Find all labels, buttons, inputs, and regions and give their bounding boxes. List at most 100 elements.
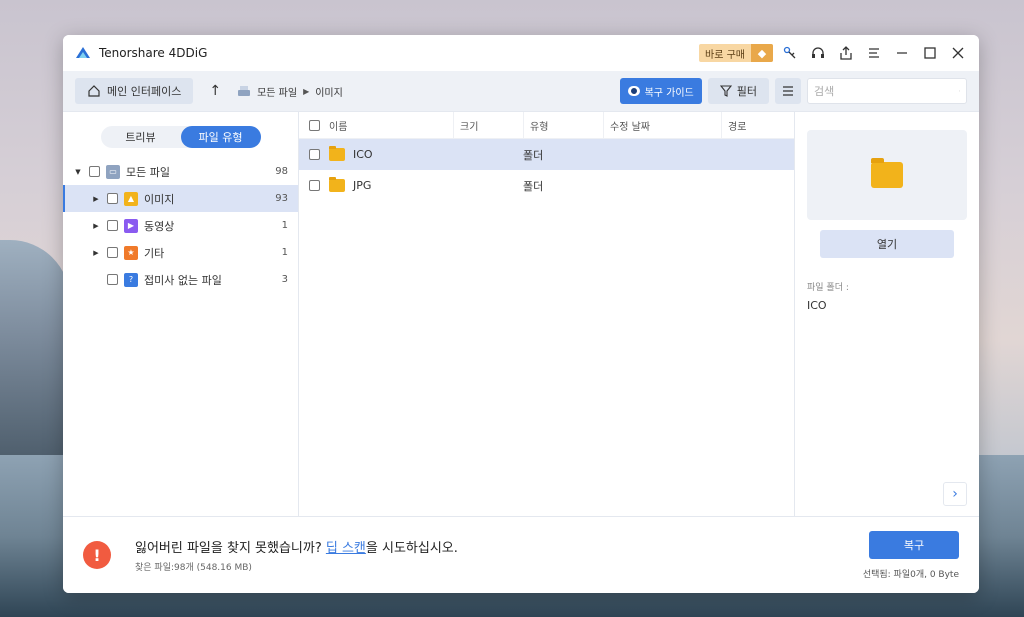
folder-icon: [329, 177, 345, 192]
question-icon: ?: [124, 272, 138, 287]
tree-item-count: 1: [281, 247, 288, 258]
tree-item-images[interactable]: ▶ ▲ 이미지 93: [63, 185, 298, 212]
checkbox[interactable]: [107, 220, 118, 231]
tree-item-label: 모든 파일: [126, 165, 170, 179]
tree-item-count: 1: [281, 220, 288, 231]
recover-button[interactable]: 복구: [869, 530, 959, 559]
app-logo-icon: [76, 47, 90, 58]
found-files-info: 찾은 파일:98개 (548.16 MB): [135, 563, 252, 573]
recovery-guide-button[interactable]: 복구 가이드: [619, 78, 702, 104]
breadcrumb-images[interactable]: 이미지: [315, 84, 343, 99]
drive-icon: [238, 86, 251, 96]
breadcrumb-separator-icon: ▶: [303, 86, 310, 96]
menu-icon[interactable]: [863, 42, 885, 64]
column-name[interactable]: 이름: [329, 118, 453, 133]
expand-caret-icon[interactable]: ▼: [73, 168, 83, 176]
sidebar: 트리뷰 파일 유형 ▼ ▭ 모든 파일 98 ▶ ▲ 이미지 93 ▶ ▶ 동영…: [63, 112, 299, 516]
buy-now-button[interactable]: 바로 구매 ◆: [699, 44, 773, 62]
expand-caret-icon[interactable]: ▶: [91, 195, 101, 203]
key-icon[interactable]: [779, 42, 801, 64]
filter-label: 필터: [736, 85, 757, 98]
search-icon[interactable]: [959, 85, 960, 97]
toolbar: 메인 인터페이스 ↑ 모든 파일 ▶ 이미지 복구 가이드 필터: [63, 71, 979, 111]
tree-item-label: 접미사 없는 파일: [144, 273, 222, 287]
breadcrumb-all-files[interactable]: 모든 파일: [257, 84, 297, 99]
close-icon[interactable]: [947, 42, 969, 64]
app-title: Tenorshare 4DDiG: [99, 46, 208, 60]
tree-item-label: 동영상: [144, 219, 175, 233]
expand-caret-icon[interactable]: ▶: [91, 249, 101, 257]
checkbox[interactable]: [308, 149, 320, 160]
checkbox[interactable]: [107, 274, 118, 285]
search-box[interactable]: [807, 78, 967, 104]
home-icon: [88, 85, 100, 97]
tree-item-video[interactable]: ▶ ▶ 동영상 1: [63, 212, 298, 239]
folder-icon: [329, 146, 345, 161]
column-type[interactable]: 유형: [523, 112, 603, 138]
message-prefix: 잃어버린 파일을 찾지 못했습니까?: [135, 541, 326, 556]
chevron-right-icon[interactable]: ›: [943, 482, 967, 506]
file-row[interactable]: JPG 폴더: [299, 170, 794, 201]
image-icon: ▲: [124, 191, 138, 206]
main-interface-label: 메인 인터페이스: [107, 85, 182, 98]
tree-item-count: 3: [281, 274, 288, 285]
warning-icon: !: [83, 541, 111, 569]
search-input[interactable]: [814, 84, 959, 98]
view-toggle: 트리뷰 파일 유형: [100, 126, 261, 148]
file-name: ICO: [353, 148, 373, 161]
minimize-icon[interactable]: [891, 42, 913, 64]
checkbox[interactable]: [107, 193, 118, 204]
file-folder-value: ICO: [807, 299, 827, 312]
tree-item-count: 98: [275, 166, 288, 177]
app-window: Tenorshare 4DDiG 바로 구매 ◆ 메인 인터페이스 ↑ 모든 파…: [63, 35, 979, 593]
file-row[interactable]: ICO 폴더: [299, 139, 794, 170]
column-modified[interactable]: 수정 날짜: [603, 112, 721, 138]
tab-tree-view[interactable]: 트리뷰: [101, 126, 181, 148]
list-view-icon: [783, 86, 793, 96]
message-suffix: 을 시도하십시오.: [365, 541, 458, 556]
file-type: 폴더: [523, 179, 544, 193]
open-button[interactable]: 열기: [820, 230, 954, 258]
select-all-checkbox[interactable]: [308, 119, 320, 131]
footer: ! 잃어버린 파일을 찾지 못했습니까? 딥 스캔을 시도하십시오. 찾은 파일…: [63, 516, 979, 593]
expand-caret-icon[interactable]: ▶: [91, 222, 101, 230]
deep-scan-message: 잃어버린 파일을 찾지 못했습니까? 딥 스캔을 시도하십시오.: [135, 537, 458, 556]
tree-item-label: 기타: [144, 246, 165, 260]
preview-panel: 열기 파일 폴더 : ICO ›: [794, 112, 979, 516]
file-list-header: 이름 크기 유형 수정 날짜 경로: [299, 112, 794, 139]
tab-file-type[interactable]: 파일 유형: [180, 126, 261, 148]
tree-item-label: 이미지: [144, 192, 175, 206]
folder-icon: [871, 158, 903, 188]
star-icon: ★: [124, 245, 138, 260]
maximize-icon[interactable]: [919, 42, 941, 64]
deep-scan-link[interactable]: 딥 스캔: [326, 541, 366, 556]
eye-icon: [627, 86, 640, 96]
checkbox[interactable]: [89, 166, 100, 177]
main-interface-button[interactable]: 메인 인터페이스: [75, 78, 194, 104]
headset-icon[interactable]: [807, 42, 829, 64]
column-size[interactable]: 크기: [453, 112, 523, 138]
file-folder-label: 파일 폴더 :: [807, 283, 849, 293]
buy-now-label: 바로 구매: [705, 49, 745, 61]
title-bar: Tenorshare 4DDiG 바로 구매 ◆: [63, 35, 979, 71]
list-view-button[interactable]: [775, 78, 801, 104]
tree-item-no-extension[interactable]: ? 접미사 없는 파일 3: [63, 266, 298, 293]
checkbox[interactable]: [308, 180, 320, 191]
filter-button[interactable]: 필터: [707, 78, 769, 104]
tree-item-all-files[interactable]: ▼ ▭ 모든 파일 98: [63, 158, 298, 185]
main-area: 트리뷰 파일 유형 ▼ ▭ 모든 파일 98 ▶ ▲ 이미지 93 ▶ ▶ 동영…: [63, 111, 979, 516]
drive-icon: ▭: [106, 164, 120, 179]
footer-message: 잃어버린 파일을 찾지 못했습니까? 딥 스캔을 시도하십시오. 찾은 파일:9…: [135, 537, 458, 573]
video-icon: ▶: [124, 218, 138, 233]
selected-info: 선택됨: 파일0개, 0 Byte: [862, 569, 959, 580]
breadcrumb: 모든 파일 ▶ 이미지: [237, 84, 343, 99]
tree-item-count: 93: [275, 193, 288, 204]
checkbox[interactable]: [107, 247, 118, 258]
preview-box: [807, 130, 967, 220]
file-name: JPG: [353, 179, 372, 192]
background-hill: [0, 240, 70, 470]
up-arrow-icon[interactable]: ↑: [201, 83, 229, 99]
column-path[interactable]: 경로: [721, 112, 794, 138]
share-icon[interactable]: [835, 42, 857, 64]
tree-item-other[interactable]: ▶ ★ 기타 1: [63, 239, 298, 266]
